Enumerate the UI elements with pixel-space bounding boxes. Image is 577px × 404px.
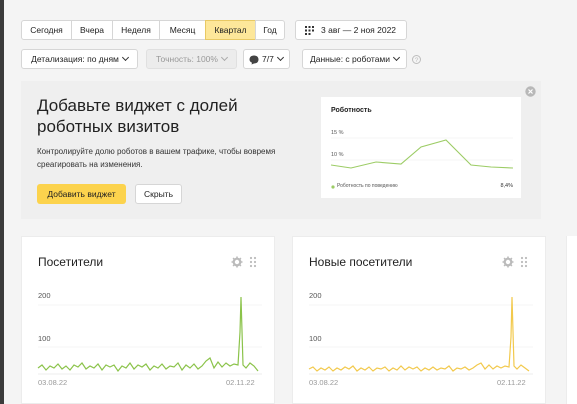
tab-month[interactable]: Месяц (159, 20, 206, 40)
promo-text: Контролируйте долю роботов в вашем трафи… (37, 145, 275, 171)
visitors-x-end: 02.11.22 (226, 378, 255, 387)
robots-preview-widget: Роботность 15 % 10 % Роботность по повед… (321, 97, 521, 198)
tab-yesterday[interactable]: Вчера (71, 20, 113, 40)
preview-legend: Роботность по поведению (337, 183, 398, 189)
tab-week[interactable]: Неделя (112, 20, 160, 40)
left-edge (0, 0, 4, 404)
segments-label: 7/7 (262, 50, 283, 68)
chat-bubble-icon (249, 55, 259, 65)
tab-quarter[interactable]: Квартал (205, 20, 256, 40)
add-widget-button[interactable]: Добавить виджет (37, 184, 126, 204)
date-range-button[interactable]: 3 авг — 2 ноя 2022 (295, 20, 407, 40)
preview-legend-dot (331, 185, 335, 189)
svg-text:?: ? (415, 57, 419, 64)
tab-today[interactable]: Сегодня (21, 20, 72, 40)
preview-line (330, 139, 514, 169)
promo-title-line1: Добавьте виджет с долей (37, 96, 238, 115)
help-icon[interactable]: ? (412, 55, 421, 64)
promo-text-line1: Контролируйте долю роботов в вашем трафи… (37, 147, 276, 156)
segments-dropdown[interactable]: 7/7 (243, 49, 290, 69)
visitors-widget: Посетители 200 100 03.08.22 02.11.22 (21, 236, 275, 404)
calendar-icon (305, 26, 314, 35)
promo-text-line2: среагировать на изменения. (37, 160, 143, 169)
detail-dropdown[interactable]: Детализация: по дням (21, 49, 138, 69)
promo-title: Добавьте виджет с долей роботных визитов (37, 95, 238, 137)
visitors-line (37, 296, 259, 373)
close-icon[interactable] (525, 86, 536, 97)
new-visitors-line (308, 296, 530, 372)
promo-title-line2: роботных визитов (37, 117, 180, 136)
data-dropdown[interactable]: Данные: с роботами (302, 49, 407, 69)
new-visitors-x-end: 02.11.22 (497, 378, 526, 387)
accuracy-dropdown[interactable]: Точность: 100% (146, 49, 237, 69)
hide-button[interactable]: Скрыть (135, 184, 182, 204)
date-range-label: 3 авг — 2 ноя 2022 (321, 25, 397, 35)
visitors-x-start: 03.08.22 (38, 378, 68, 387)
next-widget-edge (566, 236, 577, 404)
new-visitors-widget: Новые посетители 200 100 03.08.22 02.11.… (292, 236, 546, 404)
robots-promo-banner: Добавьте виджет с долей роботных визитов… (21, 81, 541, 219)
tab-year[interactable]: Год (255, 20, 285, 40)
preview-value: 8,4% (500, 183, 513, 189)
new-visitors-x-start: 03.08.22 (309, 378, 339, 387)
